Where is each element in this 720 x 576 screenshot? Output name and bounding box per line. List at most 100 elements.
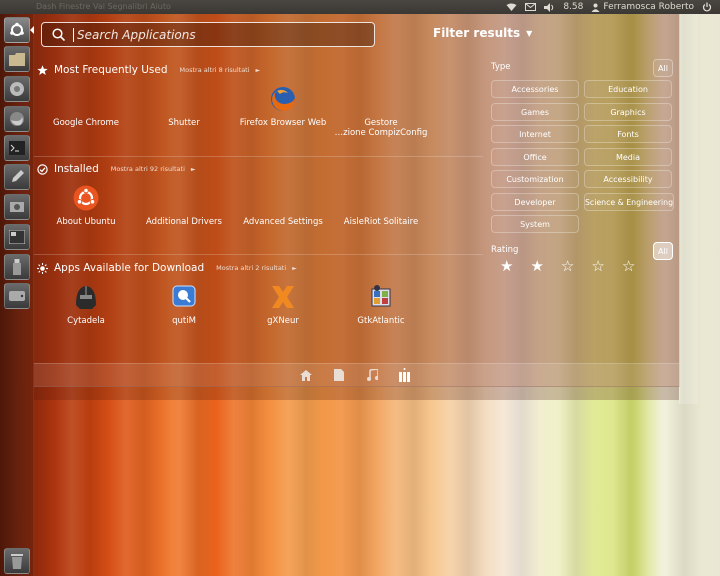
launcher-workspaces[interactable] xyxy=(4,224,30,250)
star-filled-icon[interactable]: ★ xyxy=(500,259,513,274)
launcher-chrome[interactable] xyxy=(4,76,30,102)
app-tile[interactable]: Shutter xyxy=(134,84,234,128)
filter-results-label: Filter results xyxy=(433,26,521,40)
section-header-frequent[interactable]: Most Frequently Used Mostra altri 8 risu… xyxy=(37,64,260,76)
filter-type-button[interactable]: Accessibility xyxy=(584,170,672,188)
app-tile[interactable]: Gestore …zione CompizConfig xyxy=(331,84,431,138)
launcher-text-editor[interactable] xyxy=(4,164,30,190)
app-icon-placeholder xyxy=(366,84,396,114)
show-more-link[interactable]: Mostra altri 2 risultati xyxy=(216,264,286,272)
app-label: Advanced Settings xyxy=(243,217,323,227)
filter-type-button[interactable]: Games xyxy=(491,103,579,121)
app-tile[interactable]: Firefox Browser Web xyxy=(233,84,333,128)
filter-type-button[interactable]: Internet xyxy=(491,125,579,143)
app-icon-placeholder xyxy=(268,183,298,213)
filter-type-button[interactable]: Office xyxy=(491,148,579,166)
app-icon-placeholder xyxy=(71,84,101,114)
mail-icon[interactable] xyxy=(525,3,537,11)
filter-type-all-button[interactable]: All xyxy=(653,59,673,77)
app-label: Additional Drivers xyxy=(146,217,222,227)
triangle-down-icon: ▼ xyxy=(526,28,533,38)
launcher-firefox[interactable] xyxy=(4,106,30,132)
app-label: AisleRiot Solitaire xyxy=(343,217,419,227)
app-tile[interactable]: Advanced Settings xyxy=(233,183,333,227)
app-label: GtkAtlantic xyxy=(357,316,405,326)
active-pip xyxy=(30,26,34,34)
cytadela-helmet-icon xyxy=(71,282,101,312)
launcher-terminal[interactable] xyxy=(4,135,30,161)
launcher xyxy=(0,14,34,576)
filter-type-button[interactable]: Customization xyxy=(491,170,579,188)
section-divider xyxy=(33,254,483,255)
section-header-installed[interactable]: Installed Mostra altri 92 risultati ► xyxy=(37,163,196,175)
launcher-trash[interactable] xyxy=(4,548,30,574)
gxneur-icon xyxy=(268,282,298,312)
wifi-icon[interactable] xyxy=(506,3,517,12)
filter-type-button[interactable]: System xyxy=(491,215,579,233)
arrow-right-icon: ► xyxy=(190,165,196,173)
filter-type-button[interactable]: Science & Engineering xyxy=(584,193,674,211)
launcher-files[interactable] xyxy=(4,46,30,72)
filter-rating-all-button[interactable]: All xyxy=(653,242,673,260)
app-tile[interactable]: gXNeur xyxy=(233,282,333,326)
launcher-drive[interactable] xyxy=(4,283,30,309)
launcher-usb-drive[interactable] xyxy=(4,254,30,280)
search-box[interactable] xyxy=(41,22,375,47)
app-icon-placeholder xyxy=(169,183,199,213)
app-label: Google Chrome xyxy=(52,118,120,128)
filter-type-button[interactable]: Graphics xyxy=(584,103,672,121)
gtkatlantic-icon xyxy=(366,282,396,312)
trash-icon xyxy=(11,554,23,569)
search-input[interactable] xyxy=(73,27,357,42)
star-empty-icon[interactable]: ☆ xyxy=(591,259,604,274)
home-lens-icon[interactable] xyxy=(299,368,313,382)
files-lens-icon[interactable] xyxy=(332,368,346,382)
filter-type-button[interactable]: Developer xyxy=(491,193,579,211)
ubuntu-logo-icon xyxy=(71,183,101,213)
volume-icon[interactable] xyxy=(544,2,555,12)
dash-home-button[interactable] xyxy=(4,17,30,43)
app-tile[interactable]: AisleRiot Solitaire xyxy=(331,183,431,227)
filter-type-button[interactable]: Fonts xyxy=(584,125,672,143)
app-tile[interactable]: Cytadela xyxy=(36,282,136,326)
app-label: Firefox Browser Web xyxy=(239,118,327,128)
show-more-link[interactable]: Mostra altri 92 risultati xyxy=(111,165,185,173)
chrome-icon xyxy=(10,82,24,96)
show-more-link[interactable]: Mostra altri 8 risultati xyxy=(180,66,250,74)
star-filled-icon[interactable]: ★ xyxy=(530,259,543,274)
ubuntu-logo-icon xyxy=(10,22,24,36)
star-empty-icon[interactable]: ☆ xyxy=(561,259,574,274)
hard-drive-icon xyxy=(9,291,25,301)
terminal-icon xyxy=(9,141,25,155)
lens-bar xyxy=(33,363,679,386)
clock[interactable]: 8.58 xyxy=(563,2,583,12)
section-header-download[interactable]: Apps Available for Download Mostra altri… xyxy=(37,262,297,274)
app-tile[interactable]: Google Chrome xyxy=(36,84,136,128)
app-tile[interactable]: About Ubuntu xyxy=(36,183,136,227)
dash-shadow xyxy=(33,386,679,400)
apps-lens-icon[interactable] xyxy=(397,368,411,382)
launcher-system-settings[interactable] xyxy=(4,194,30,220)
filter-results-toggle[interactable]: Filter results ▼ xyxy=(433,26,532,40)
app-tile[interactable]: qutiM xyxy=(134,282,234,326)
settings-icon xyxy=(10,202,24,212)
pencil-icon xyxy=(12,170,24,182)
filter-type-button[interactable]: Education xyxy=(584,80,672,98)
firefox-icon xyxy=(10,112,24,126)
filter-type-button[interactable]: Accessories xyxy=(491,80,579,98)
arrow-right-icon: ► xyxy=(292,264,297,272)
filter-type-button[interactable]: Media xyxy=(584,148,672,166)
user-menu[interactable]: Ferramosca Roberto xyxy=(591,2,694,12)
app-tile[interactable]: GtkAtlantic xyxy=(331,282,431,326)
app-tile[interactable]: Additional Drivers xyxy=(134,183,234,227)
music-lens-icon[interactable] xyxy=(365,368,379,382)
section-title: Apps Available for Download xyxy=(54,262,205,274)
app-label: gXNeur xyxy=(267,316,299,326)
qutim-icon xyxy=(169,282,199,312)
menu-ghost-text: Dash Finestre Vai Segnalibri Aiuto xyxy=(36,2,171,11)
power-icon[interactable] xyxy=(702,2,712,12)
sun-download-icon xyxy=(37,262,48,274)
app-icon-placeholder xyxy=(366,183,396,213)
filter-type-label: Type xyxy=(491,62,511,72)
star-empty-icon[interactable]: ☆ xyxy=(622,259,635,274)
